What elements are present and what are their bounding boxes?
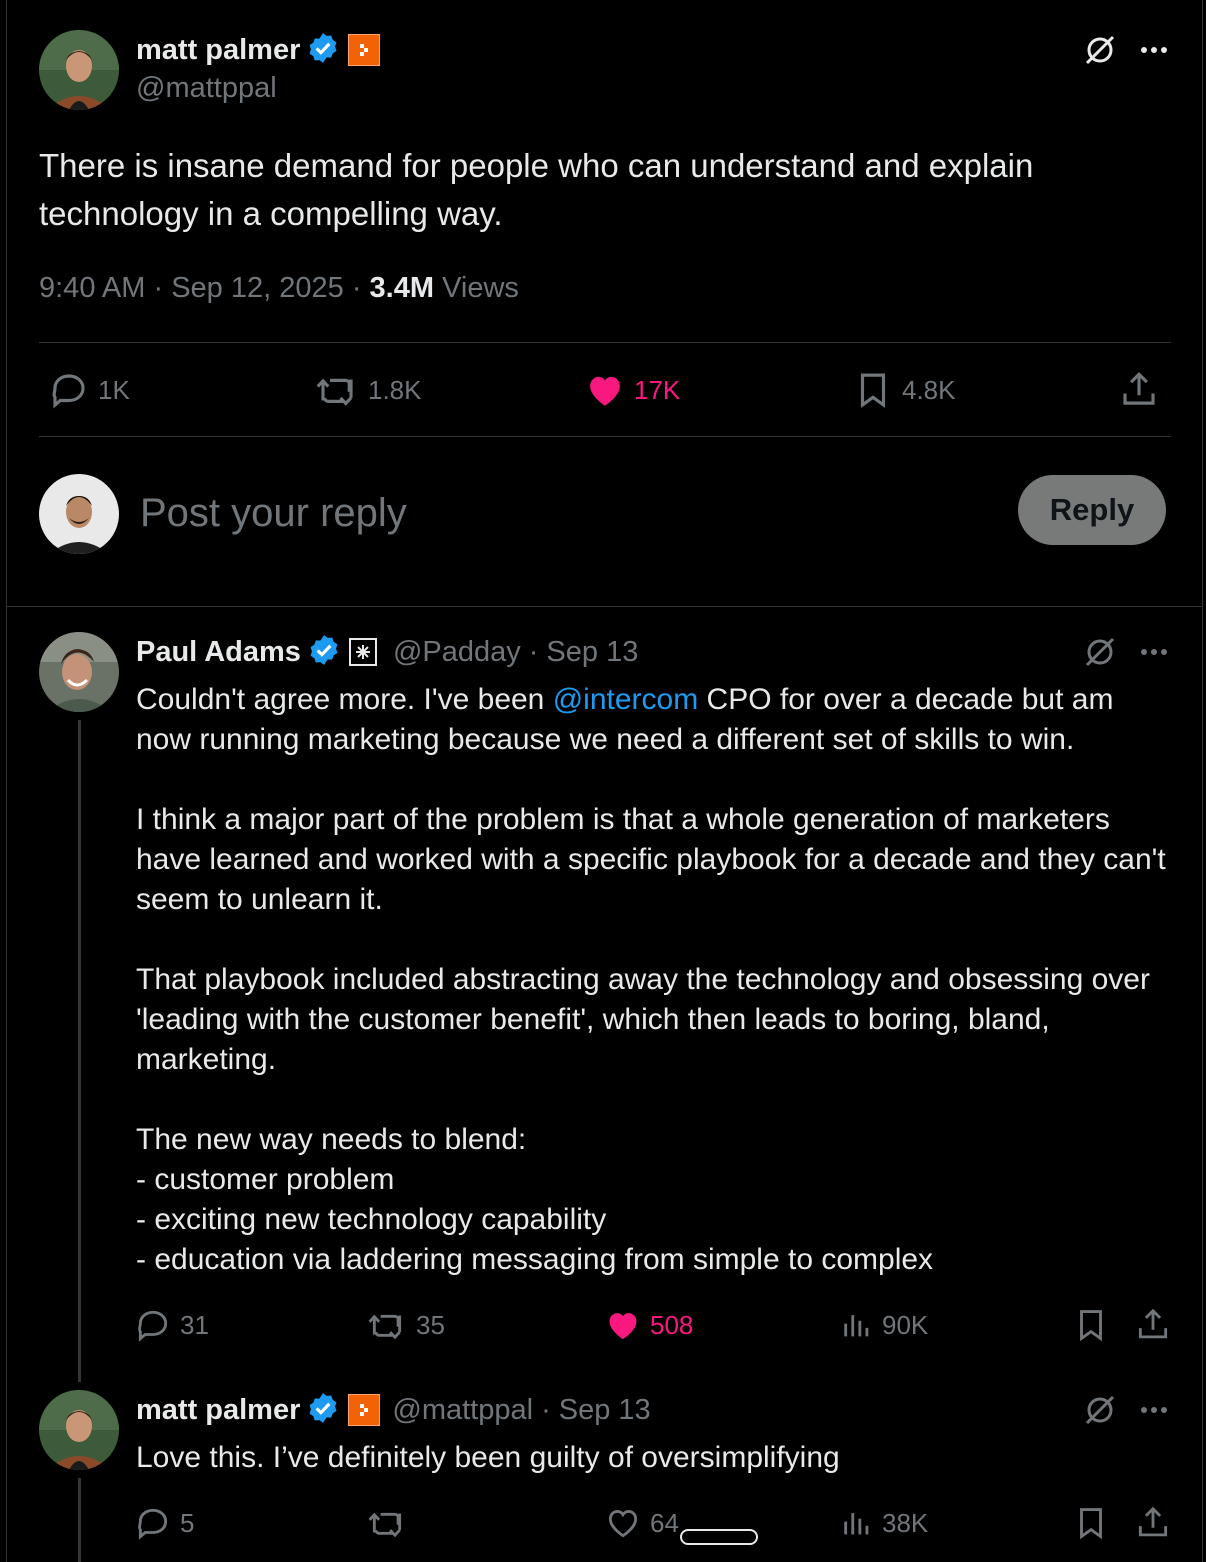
scroll-indicator[interactable]: [680, 1529, 758, 1545]
like-button[interactable]: 64: [604, 1502, 679, 1544]
composer-avatar[interactable]: [39, 474, 119, 554]
mention-link[interactable]: @intercom: [553, 683, 699, 716]
repost-button[interactable]: 35: [366, 1304, 445, 1346]
bookmark-button[interactable]: [1072, 1304, 1118, 1346]
post-text: There is insane demand for people who ca…: [39, 147, 1034, 232]
thread-line: [78, 1478, 81, 1562]
verified-icon: [306, 1391, 340, 1430]
author-name[interactable]: matt palmer: [136, 34, 300, 67]
grok-icon[interactable]: [1080, 30, 1120, 70]
reply-icon: [52, 374, 85, 409]
views-button[interactable]: 38K: [840, 1502, 928, 1544]
affiliate-badge-icon: [348, 34, 381, 66]
reply-icon: [138, 1508, 168, 1540]
affiliate-badge-icon: [348, 1394, 381, 1426]
views-button[interactable]: 90K: [840, 1304, 928, 1346]
grok-icon[interactable]: [1080, 632, 1120, 672]
divider: [6, 606, 1203, 607]
author-handle[interactable]: @mattppal: [392, 1394, 533, 1427]
reply-input[interactable]: [138, 484, 982, 542]
share-icon: [1138, 1308, 1168, 1339]
reply-icon: [138, 1310, 168, 1342]
bookmark-button[interactable]: 4.8K: [852, 368, 956, 412]
verified-icon: [307, 633, 341, 672]
share-button[interactable]: [1134, 1304, 1180, 1346]
reply-submit-button[interactable]: Reply: [1018, 475, 1166, 545]
post-date[interactable]: Sep 13: [559, 1394, 651, 1427]
more-icon[interactable]: [1134, 1390, 1174, 1430]
heart-filled-icon: [590, 376, 620, 406]
divider: [39, 342, 1171, 343]
repost-button[interactable]: 1.8K: [314, 368, 422, 412]
author-handle[interactable]: @mattppal: [136, 72, 277, 105]
avatar[interactable]: [39, 632, 119, 712]
grok-icon[interactable]: [1080, 1390, 1120, 1430]
repost-icon: [316, 378, 353, 406]
intercom-badge-icon: [348, 638, 377, 666]
reply-button[interactable]: 1K: [48, 368, 130, 412]
post-text: Love this. I’ve definitely been guilty o…: [136, 1441, 840, 1474]
repost-button[interactable]: [366, 1502, 416, 1544]
left-border: [6, 0, 7, 1562]
post-text: Couldn't agree more. I've been @intercom…: [136, 683, 1166, 1276]
author-name[interactable]: matt palmer: [136, 1394, 300, 1427]
share-button[interactable]: [1118, 368, 1168, 412]
bookmark-icon: [860, 373, 886, 408]
post-meta: 9:40 AM · Sep 12, 2025 · 3.4M Views: [39, 272, 519, 304]
heart-filled-icon: [609, 1313, 637, 1340]
share-icon: [1123, 372, 1155, 405]
share-icon: [1138, 1506, 1168, 1537]
thread-line: [78, 720, 81, 1382]
author-name[interactable]: Paul Adams: [136, 636, 301, 669]
more-icon[interactable]: [1134, 30, 1174, 70]
views-count: 3.4M: [369, 272, 435, 304]
like-button[interactable]: 17K: [584, 368, 680, 412]
share-button[interactable]: [1134, 1502, 1180, 1544]
like-button[interactable]: 508: [604, 1304, 693, 1346]
bookmark-icon: [1080, 1508, 1102, 1540]
bookmark-button[interactable]: [1072, 1502, 1118, 1544]
author-handle[interactable]: @Padday: [393, 636, 521, 669]
post-date[interactable]: Sep 12, 2025: [171, 272, 344, 304]
verified-icon: [306, 31, 340, 70]
heart-outline-icon: [608, 1510, 638, 1538]
repost-icon: [368, 1512, 402, 1538]
avatar[interactable]: [39, 30, 119, 110]
more-icon[interactable]: [1134, 632, 1174, 672]
repost-icon: [368, 1314, 402, 1340]
analytics-icon: [844, 1513, 869, 1535]
post-date[interactable]: Sep 13: [546, 636, 638, 669]
views-label: Views: [442, 272, 519, 304]
bookmark-icon: [1080, 1310, 1102, 1342]
reply-button[interactable]: 31: [134, 1304, 209, 1346]
reply-button[interactable]: 5: [134, 1502, 194, 1544]
analytics-icon: [844, 1315, 869, 1337]
post-time[interactable]: 9:40 AM: [39, 272, 145, 304]
avatar[interactable]: [39, 1390, 119, 1470]
divider: [39, 436, 1171, 437]
right-border: [1202, 0, 1203, 1562]
